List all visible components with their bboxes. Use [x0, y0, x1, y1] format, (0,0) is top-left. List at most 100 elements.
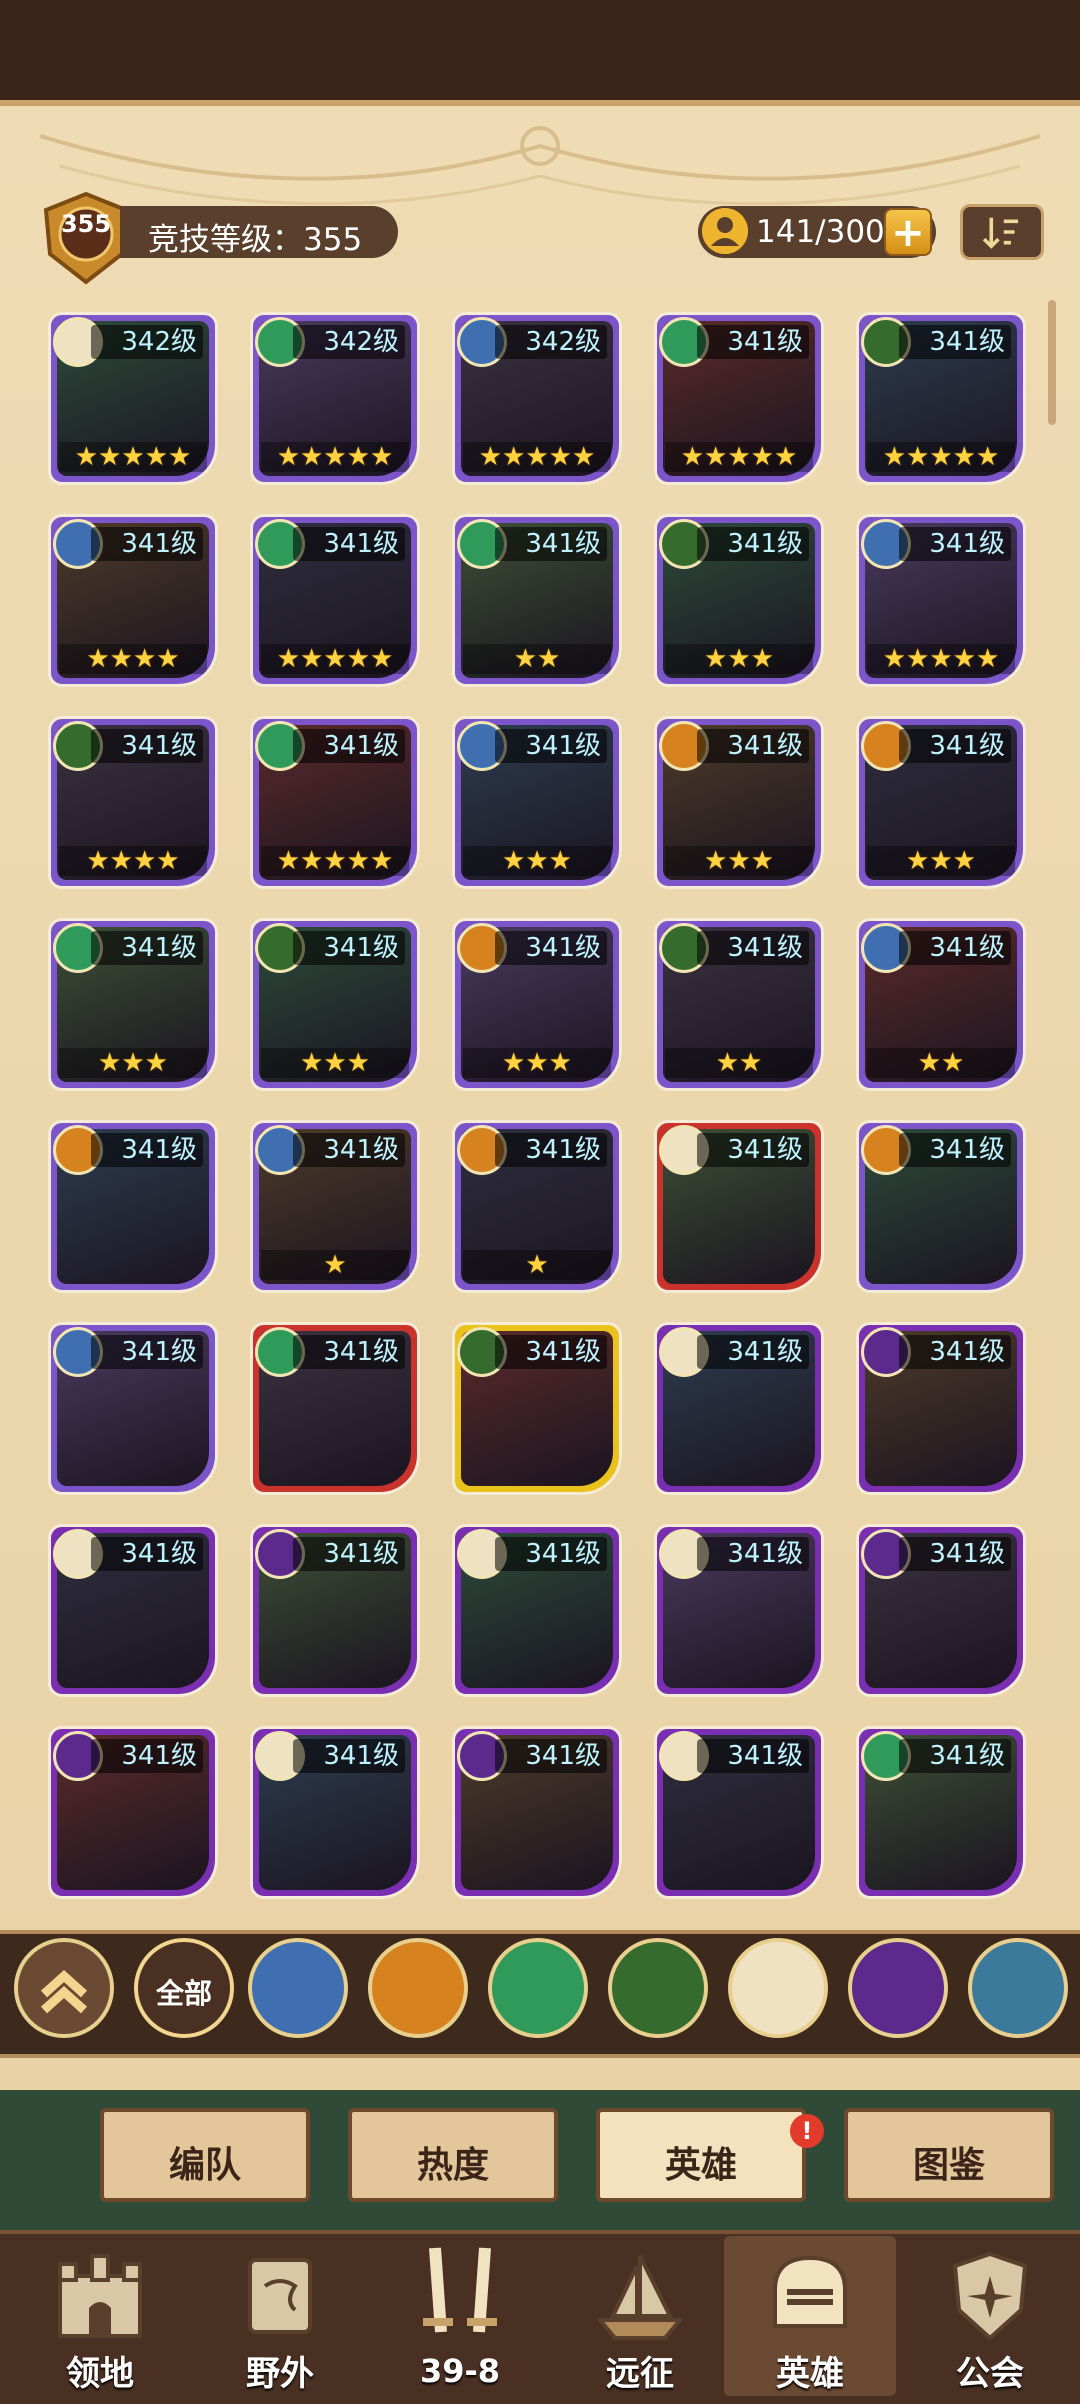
hero-card[interactable]: 341级 ★★ — [654, 918, 824, 1091]
hero-card[interactable]: 341级 ★★★ — [452, 716, 622, 889]
nav-territory[interactable]: 领地 — [0, 2236, 200, 2396]
hero-level: 341级 — [91, 527, 203, 561]
hero-card[interactable]: 341级 ★★★★ — [48, 716, 218, 889]
rank-badge-number: 355 — [60, 210, 112, 238]
hero-card[interactable]: 341级 — [250, 1726, 420, 1899]
hero-level: 341级 — [697, 325, 809, 359]
hero-card[interactable]: 341级 ★★★★ — [48, 514, 218, 687]
hero-card[interactable]: 341级 — [250, 1322, 420, 1495]
filter-hypogean-icon[interactable] — [848, 1938, 948, 2038]
nav-expedition[interactable]: 远征 — [540, 2236, 740, 2396]
hero-card[interactable]: 341级 ★★★★★ — [856, 514, 1026, 687]
nav-wild[interactable]: 野外 — [180, 2236, 380, 2396]
hero-stars: ★★★★★ — [665, 442, 813, 472]
hero-card[interactable]: 341级 — [452, 1726, 622, 1899]
hero-level: 341级 — [91, 1537, 203, 1571]
sort-icon[interactable] — [960, 204, 1044, 260]
castle-icon — [58, 2254, 142, 2338]
hero-stars: ★★★ — [463, 1048, 611, 1078]
hero-stars: ★ — [261, 1250, 409, 1280]
hero-level: 341级 — [697, 1739, 809, 1773]
hero-level: 341级 — [899, 1537, 1011, 1571]
hero-grid: 342级 ★★★★★ 342级 ★★★★★ 342级 ★★★★★ 341级 ★★★★★ 341级… — [48, 312, 1028, 1902]
hero-level: 341级 — [899, 729, 1011, 763]
hero-stars: ★★★★★ — [463, 442, 611, 472]
hero-level: 342级 — [293, 325, 405, 359]
hero-level: 341级 — [495, 729, 607, 763]
hero-card[interactable]: 341级 — [856, 1524, 1026, 1697]
hero-card[interactable]: 341级 ★★★★★ — [856, 312, 1026, 485]
nav-guild[interactable]: 公会 — [890, 2236, 1080, 2396]
hero-level: 342级 — [495, 325, 607, 359]
hero-card[interactable]: 341级 ★★★ — [250, 918, 420, 1091]
hero-card[interactable]: 341级 — [654, 1726, 824, 1899]
hero-card[interactable]: 342级 ★★★★★ — [250, 312, 420, 485]
tab-formation-label: 编队 — [168, 2145, 241, 2186]
hero-card[interactable]: 341级 ★★★★★ — [250, 514, 420, 687]
hero-card[interactable]: 341级 ★ — [452, 1120, 622, 1293]
hero-level: 341级 — [697, 931, 809, 965]
tab-popularity[interactable]: 热度 — [348, 2108, 558, 2202]
hero-card[interactable]: 341级 ★★★★★ — [250, 716, 420, 889]
crossed-swords-icon — [423, 2247, 497, 2333]
scroll-map-icon — [248, 2258, 312, 2334]
hero-card[interactable]: 341级 — [654, 1322, 824, 1495]
filter-all-button[interactable]: 全部 — [134, 1938, 234, 2038]
tab-heroes[interactable]: 英雄 — [596, 2108, 806, 2202]
hero-card[interactable]: 341级 ★★★★★ — [654, 312, 824, 485]
hero-card[interactable]: 341级 — [48, 1726, 218, 1899]
nav-heroes-label: 英雄 — [776, 2354, 844, 2394]
person-icon — [702, 208, 748, 254]
hero-level: 341级 — [293, 729, 405, 763]
hero-stars: ★★★ — [463, 846, 611, 876]
hero-card[interactable]: 341级 — [452, 1524, 622, 1697]
hero-card[interactable]: 341级 — [856, 1726, 1026, 1899]
tab-formation[interactable]: 编队 — [100, 2108, 310, 2202]
hero-card[interactable]: 341级 — [654, 1120, 824, 1293]
filter-lightbearer-icon[interactable] — [248, 1938, 348, 2038]
hero-card[interactable]: 341级 ★★ — [452, 514, 622, 687]
hero-card[interactable]: 341级 ★★ — [856, 918, 1026, 1091]
hero-card[interactable]: 341级 — [452, 1322, 622, 1495]
list-scrollbar[interactable] — [1048, 300, 1056, 425]
filter-wilder-icon[interactable] — [488, 1938, 588, 2038]
hero-card[interactable]: 342级 ★★★★★ — [48, 312, 218, 485]
hero-stars: ★★★★★ — [867, 644, 1015, 674]
hero-level: 341级 — [899, 1133, 1011, 1167]
hero-stars: ★★★★★ — [261, 442, 409, 472]
hero-card[interactable]: 341级 — [48, 1524, 218, 1697]
hero-card[interactable]: 341级 ★★★ — [654, 716, 824, 889]
hero-card[interactable]: 341级 — [250, 1524, 420, 1697]
hero-stars: ★★★★★ — [261, 846, 409, 876]
filter-celestial-icon[interactable] — [728, 1938, 828, 2038]
hero-card[interactable]: 341级 ★★★ — [48, 918, 218, 1091]
tab-collection[interactable]: 图鉴 — [844, 2108, 1054, 2202]
hero-card[interactable]: 341级 — [856, 1322, 1026, 1495]
hero-card[interactable]: 341级 ★★★ — [452, 918, 622, 1091]
hero-card[interactable]: 341级 — [48, 1322, 218, 1495]
hero-stars: ★★★ — [59, 1048, 207, 1078]
hero-card[interactable]: 341级 — [654, 1524, 824, 1697]
hero-card[interactable]: 341级 — [856, 1120, 1026, 1293]
hero-level: 341级 — [293, 527, 405, 561]
filter-graveborn-icon[interactable] — [608, 1938, 708, 2038]
hero-card[interactable]: 341级 ★★★ — [654, 514, 824, 687]
hero-level: 341级 — [495, 1739, 607, 1773]
hero-level: 341级 — [293, 931, 405, 965]
collapse-button[interactable] — [14, 1938, 114, 2038]
filter-dimensional-icon[interactable] — [968, 1938, 1068, 2038]
filter-mauler-icon[interactable] — [368, 1938, 468, 2038]
hero-level: 341级 — [899, 325, 1011, 359]
hero-stars: ★★★ — [665, 846, 813, 876]
hero-level: 341级 — [91, 1739, 203, 1773]
hero-card[interactable]: 341级 ★★★ — [856, 716, 1026, 889]
nav-heroes[interactable]: 英雄 — [724, 2236, 896, 2396]
hero-card[interactable]: 341级 — [48, 1120, 218, 1293]
tab-heroes-label: 英雄 — [664, 2145, 737, 2186]
expand-capacity-button[interactable]: + — [884, 208, 932, 256]
hero-card[interactable]: 341级 ★ — [250, 1120, 420, 1293]
hero-card[interactable]: 342级 ★★★★★ — [452, 312, 622, 485]
hero-level: 341级 — [697, 1537, 809, 1571]
hero-stars: ★★★★★ — [59, 442, 207, 472]
hero-level: 341级 — [697, 729, 809, 763]
